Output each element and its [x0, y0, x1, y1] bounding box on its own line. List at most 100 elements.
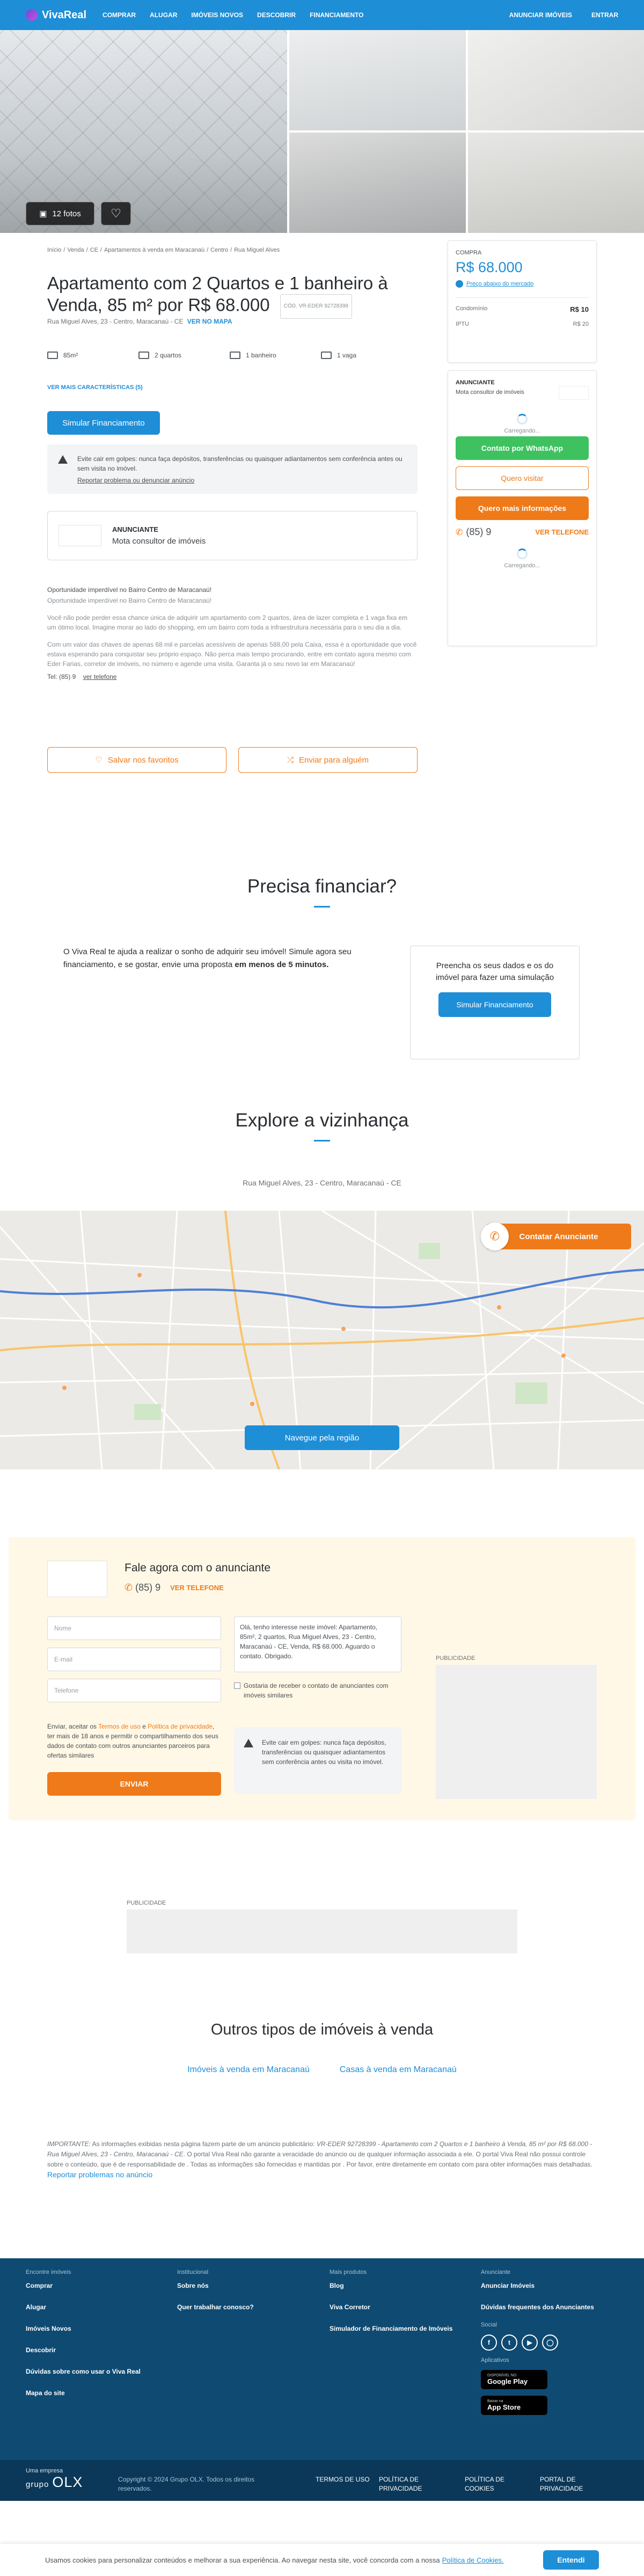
footer-link[interactable]: Anunciar Imóveis [481, 2282, 594, 2289]
footer-link[interactable]: Comprar [26, 2282, 141, 2289]
see-phone-link[interactable]: VER TELEFONE [535, 528, 589, 536]
olx-grupo: grupo [26, 2480, 49, 2489]
privacy-portal-link[interactable]: PORTAL DE PRIVACIDADE [540, 2475, 594, 2493]
youtube-icon[interactable]: ▶ [522, 2334, 538, 2351]
grupo-olx-logo[interactable]: Uma empresa grupo OLX [26, 2468, 83, 2491]
area-icon [47, 352, 58, 359]
phone-partial: Tel: (85) 9 [47, 673, 76, 680]
nav-descobrir[interactable]: DESCOBRIR [257, 11, 296, 19]
cookie-accept-button[interactable]: Entendi [543, 2550, 599, 2570]
neighborhood-address: Rua Miguel Alves, 23 - Centro, Maracanaú… [243, 1179, 401, 1187]
footer-link[interactable]: Viva Corretor [330, 2303, 452, 2311]
vivareal-logo[interactable]: VivaReal [26, 9, 86, 21]
loading-spinner [517, 548, 528, 559]
condo-fee-row: Condomínio R$ 10 [456, 305, 589, 313]
fee-label: IPTU [456, 321, 470, 327]
whatsapp-button[interactable]: Contato por WhatsApp [456, 436, 589, 460]
footer-link[interactable]: Descobrir [26, 2346, 141, 2354]
ad-banner[interactable] [127, 1909, 517, 1953]
footer-link[interactable]: Dúvidas frequentes dos Anunciantes [481, 2303, 594, 2311]
favorite-button[interactable]: ♡ [101, 202, 131, 225]
breadcrumb-apartamentos[interactable]: Apartamentos à venda em Maracanaú [104, 247, 204, 253]
footer-link[interactable]: Dúvidas sobre como usar o Viva Real [26, 2368, 141, 2375]
loading-spinner [517, 414, 528, 425]
see-phone-link[interactable]: VER TELEFONE [170, 1584, 224, 1592]
send-button[interactable]: ENVIAR [47, 1772, 221, 1796]
footer-link[interactable]: Mapa do site [26, 2389, 141, 2397]
cookies-link[interactable]: POLÍTICA DE COOKIES [465, 2475, 513, 2493]
other-type-link[interactable]: Imóveis à venda em Maracanaú [187, 2065, 310, 2075]
advertiser-box[interactable]: ANUNCIANTE Mota consultor de imóveis [47, 511, 418, 560]
report-problems-link[interactable]: Reportar problemas no anúncio [47, 2170, 152, 2179]
instagram-icon[interactable]: ◯ [542, 2334, 558, 2351]
disclaimer-text: As informações exibidas nesta página faz… [92, 2140, 315, 2148]
ad-slot[interactable] [436, 1665, 597, 1799]
app-store-badge[interactable]: Baixar na App Store [481, 2396, 547, 2415]
other-types-title: Outros tipos de imóveis à venda [210, 2021, 434, 2038]
schedule-visit-button[interactable]: Quero visitar [456, 466, 589, 490]
nav-alugar[interactable]: ALUGAR [150, 11, 177, 19]
photo-gallery[interactable] [0, 30, 644, 233]
footer-link[interactable]: Blog [330, 2282, 452, 2289]
anunciar-imoveis-link[interactable]: ANUNCIAR IMÓVEIS [509, 11, 572, 19]
gallery-photo[interactable] [289, 30, 466, 130]
twitter-icon[interactable]: t [501, 2334, 517, 2351]
below-market-badge[interactable]: Preço abaixo do mercado [456, 280, 589, 288]
email-input[interactable]: E-mail [47, 1648, 221, 1671]
checkbox[interactable] [234, 1682, 240, 1689]
advertiser-name: Mota consultor de imóveis [112, 537, 206, 546]
nav-imoveis-novos[interactable]: IMÓVEIS NOVOS [191, 11, 243, 19]
loading-text: Carregando... [504, 562, 540, 569]
message-textarea[interactable]: Olá, tenho interesse neste imóvel: Apart… [234, 1616, 401, 1672]
breadcrumb-venda[interactable]: Venda [67, 247, 84, 253]
privacy-policy-link[interactable]: Política de privacidade [148, 1723, 213, 1730]
footer-link[interactable]: Alugar [26, 2303, 141, 2311]
more-features-link[interactable]: VER MAIS CARACTERÍSTICAS (5) [47, 384, 143, 391]
navigate-region-button[interactable]: Navegue pela região [245, 1425, 399, 1450]
price-value: R$ 68.000 [456, 259, 523, 275]
cookie-policy-link[interactable]: Política de Cookies. [442, 2556, 504, 2564]
gallery-photo[interactable] [467, 133, 644, 233]
nav-financiamento[interactable]: FINANCIAMENTO [310, 11, 363, 19]
financing-text-bold: em menos de 5 minutos. [235, 960, 329, 969]
breadcrumb-ce[interactable]: CE [90, 247, 98, 253]
name-input[interactable]: Nome [47, 1616, 221, 1640]
share-button[interactable]: ⤮ Enviar para alguém [238, 747, 418, 773]
footer-col-heading: Anunciante [481, 2269, 511, 2275]
phone-icon[interactable]: ✆ [481, 1223, 509, 1250]
gallery-photo[interactable] [467, 30, 644, 130]
facebook-icon[interactable]: f [481, 2334, 497, 2351]
photos-count-button[interactable]: ▣ 12 fotos [26, 202, 94, 225]
breadcrumb-inicio[interactable]: Início [47, 247, 61, 253]
google-play-badge[interactable]: DISPONÍVEL NO Google Play [481, 2370, 547, 2389]
more-info-button[interactable]: Quero mais informações [456, 496, 589, 520]
apps-heading: Aplicativos [481, 2357, 509, 2363]
view-on-map-link[interactable]: VER NO MAPA [187, 318, 232, 325]
neighborhood-title-text: Explore a vizinhança [235, 1110, 409, 1131]
privacy-link[interactable]: POLÍTICA DE PRIVACIDADE [379, 2475, 427, 2493]
nav-comprar[interactable]: COMPRAR [103, 11, 136, 19]
phone-partial: (85) 9 [135, 1582, 161, 1593]
simulate-financing-button[interactable]: Simular Financiamento [47, 411, 160, 435]
save-favorites-button[interactable]: ♡ Salvar nos favoritos [47, 747, 226, 773]
similar-listings-checkbox-row[interactable]: Gostaria de receber o contato de anuncia… [234, 1681, 401, 1700]
gallery-photo[interactable] [289, 133, 466, 233]
listing-address: Rua Miguel Alves, 23 - Centro, Maracanaú… [47, 318, 232, 325]
terms-of-use-link[interactable]: Termos de uso [98, 1723, 141, 1730]
simulate-financing-button[interactable]: Simular Financiamento [438, 992, 551, 1017]
footer-link[interactable]: Imóveis Novos [26, 2325, 141, 2332]
breadcrumb-rua[interactable]: Rua Miguel Alves [234, 247, 280, 253]
fee-value: R$ 20 [573, 321, 589, 327]
footer-link[interactable]: Sobre nós [177, 2282, 254, 2289]
entrar-link[interactable]: ENTRAR [591, 11, 618, 19]
footer-link[interactable]: Quer trabalhar conosco? [177, 2303, 254, 2311]
description-paragraph: Com um valor das chaves de apenas 68 mil… [47, 641, 417, 668]
phone-input[interactable]: Telefone [47, 1679, 221, 1702]
see-phone-link[interactable]: ver telefone [83, 673, 117, 680]
footer-col-advertiser: Anunciante Anunciar Imóveis Dúvidas freq… [481, 2269, 594, 2421]
other-type-link[interactable]: Casas à venda em Maracanaú [340, 2065, 457, 2075]
report-listing-link[interactable]: Reportar problema ou denunciar anúncio [77, 475, 407, 485]
breadcrumb-centro[interactable]: Centro [210, 247, 228, 253]
footer-link[interactable]: Simulador de Financiamento de Imóveis [330, 2325, 452, 2332]
terms-link[interactable]: TERMOS DE USO [316, 2475, 375, 2484]
